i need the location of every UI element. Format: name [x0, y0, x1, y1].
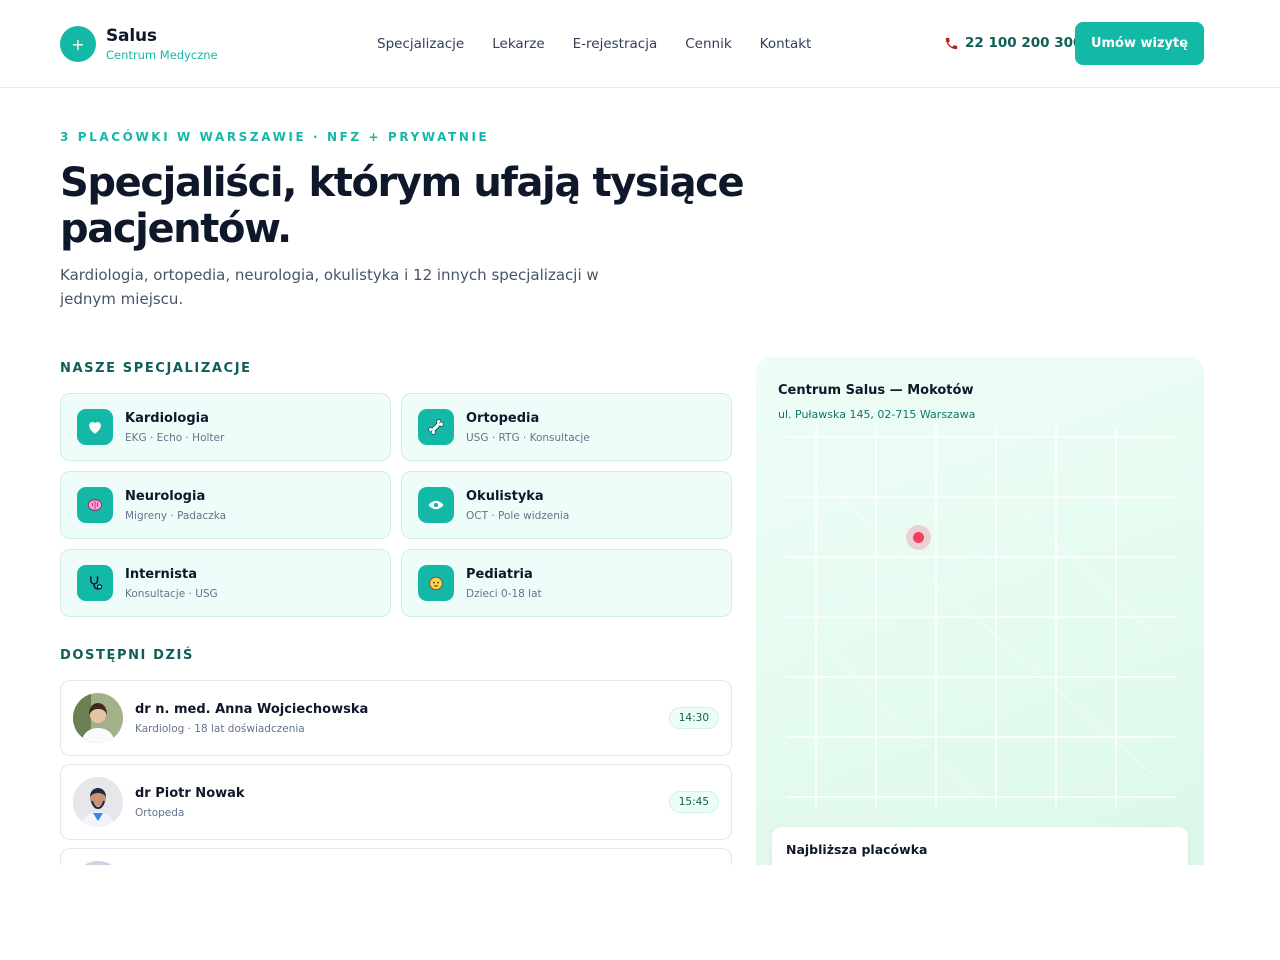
spec-tags: EKG · Echo · Holter [125, 432, 225, 444]
spec-name: Okulistyka [466, 489, 544, 504]
brand-name[interactable]: Salus [106, 26, 157, 46]
nav-specjalizacje[interactable]: Specjalizacje [377, 36, 464, 52]
spec-tags: OCT · Pole widzenia [466, 510, 570, 522]
hero-subtitle: Kardiologia, ortopedia, neurologia, okul… [60, 266, 599, 308]
spec-card-okulistyka[interactable]: Okulistyka OCT · Pole widzenia [401, 471, 732, 539]
spec-tags: Migreny · Padaczka [125, 510, 227, 522]
spec-tags: Konsultacje · USG [125, 588, 218, 600]
hero-title: Specjaliści, którym ufają tysiące pacjen… [60, 160, 745, 252]
main-nav: Specjalizacje Lekarze E-rejestracja Cenn… [377, 36, 811, 52]
book-visit-button[interactable]: Umów wizytę [1075, 22, 1204, 65]
hero-eyebrow: 3 PLACÓWKI W WARSZAWIE · NFZ + PRYWATNIE [60, 130, 490, 144]
spec-name: Ortopedia [466, 411, 540, 426]
doctor-card[interactable]: dr Piotr Nowak Ortopeda 15:45 [60, 764, 732, 840]
clinic-address: ul. Puławska 145, 02-715 Warszawa [778, 408, 976, 421]
spec-card-internista[interactable]: Internista Konsultacje · USG [60, 549, 391, 617]
eye-icon [418, 487, 454, 523]
spec-name: Internista [125, 567, 197, 582]
bone-icon [418, 409, 454, 445]
map-grid [786, 427, 1177, 807]
avatar [73, 861, 123, 865]
nav-kontakt[interactable]: Kontakt [760, 36, 812, 52]
spec-name: Pediatria [466, 567, 533, 582]
phone-link[interactable]: 22 100 200 300 [944, 35, 1082, 51]
doctor-list: dr n. med. Anna Wojciechowska Kardiolog … [60, 680, 732, 865]
clinic-map[interactable]: Centrum Salus — Mokotów ul. Puławska 145… [756, 357, 1204, 865]
brand-subtitle: Centrum Medyczne [106, 48, 218, 62]
doctor-specialty: Ortopeda [135, 807, 185, 819]
baby-face-icon [418, 565, 454, 601]
spec-card-ortopedia[interactable]: Ortopedia USG · RTG · Konsultacje [401, 393, 732, 461]
specializations-grid: Kardiologia EKG · Echo · Holter Ortopedi… [60, 393, 732, 617]
doctor-card[interactable]: dr n. med. Anna Wojciechowska Kardiolog … [60, 680, 732, 756]
nav-e-rejestracja[interactable]: E-rejestracja [573, 36, 658, 52]
stethoscope-icon [77, 565, 113, 601]
time-slot-badge[interactable]: 14:30 [668, 707, 719, 729]
time-slot-badge[interactable]: 15:45 [668, 791, 719, 813]
avatar [73, 777, 123, 827]
heart-icon [77, 409, 113, 445]
spec-name: Neurologia [125, 489, 206, 504]
nav-lekarze[interactable]: Lekarze [492, 36, 544, 52]
spec-card-kardiologia[interactable]: Kardiologia EKG · Echo · Holter [60, 393, 391, 461]
spec-tags: Dzieci 0-18 lat [466, 588, 542, 600]
doctor-specialty: Kardiolog · 18 lat doświadczenia [135, 723, 305, 735]
phone-icon [945, 37, 958, 49]
site-header: + Salus Centrum Medyczne Specjalizacje L… [0, 0, 1280, 88]
spec-name: Kardiologia [125, 411, 209, 426]
doctor-name: dr Piotr Nowak [135, 786, 245, 801]
nearest-clinic-card[interactable]: Najbliższa placówka [772, 827, 1188, 865]
logo-icon[interactable]: + [60, 26, 96, 62]
spec-card-pediatria[interactable]: Pediatria Dzieci 0-18 lat [401, 549, 732, 617]
specializations-heading: NASZE SPECJALIZACJE [60, 361, 252, 376]
doctor-name: dr n. med. Anna Wojciechowska [135, 702, 369, 717]
nav-cennik[interactable]: Cennik [685, 36, 731, 52]
spec-card-neurologia[interactable]: Neurologia Migreny · Padaczka [60, 471, 391, 539]
avatar [73, 693, 123, 743]
clinic-name: Centrum Salus — Mokotów [778, 383, 974, 398]
phone-number: 22 100 200 300 [965, 35, 1083, 51]
spec-tags: USG · RTG · Konsultacje [466, 432, 590, 444]
nearest-clinic-label: Najbliższa placówka [786, 842, 928, 857]
available-today-heading: DOSTĘPNI DZIŚ [60, 648, 194, 663]
location-pin-icon[interactable] [913, 532, 924, 543]
doctor-card[interactable] [60, 848, 732, 865]
brain-icon [77, 487, 113, 523]
